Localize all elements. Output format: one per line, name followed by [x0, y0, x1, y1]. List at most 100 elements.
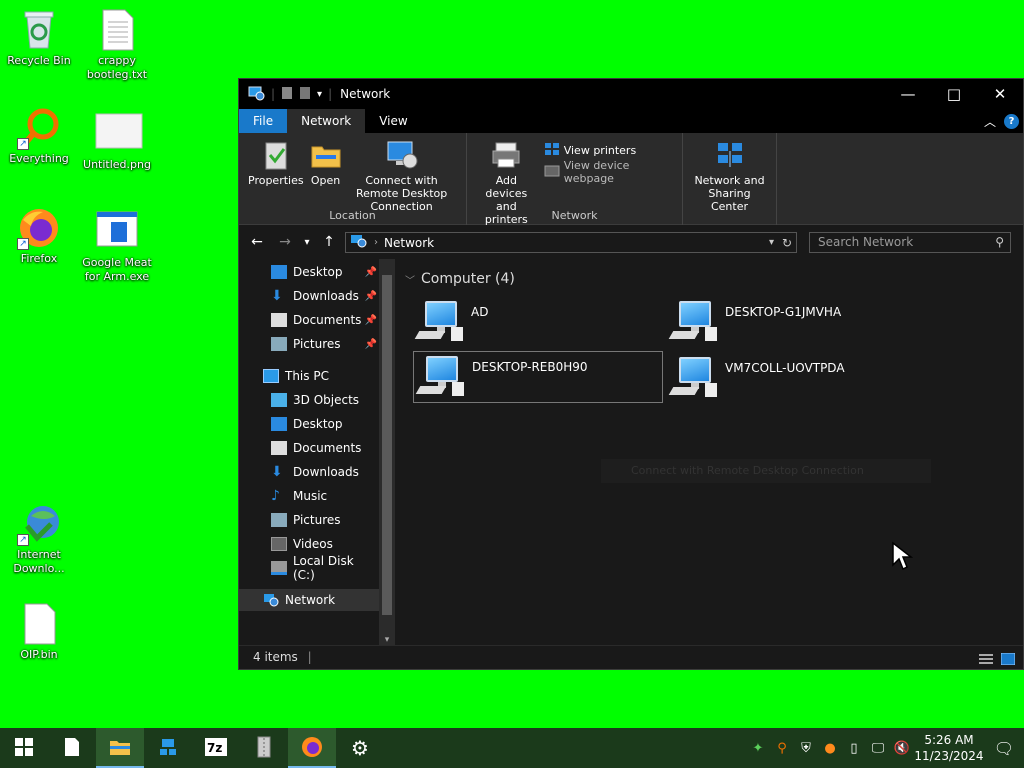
taskbar-notepad[interactable]	[48, 728, 96, 768]
nav-item-3d-objects[interactable]: 3D Objects	[239, 389, 379, 411]
computer-item-desktop-reb0h90[interactable]: DESKTOP-REB0H90	[413, 351, 663, 403]
nav-scrollbar[interactable]: ▾	[379, 259, 395, 645]
pin-icon: 📌	[364, 338, 377, 350]
desktop-icon-untitled-png[interactable]: Untitled.png	[79, 112, 155, 172]
text-file-icon	[95, 8, 139, 52]
desktop-icon-google-meat[interactable]: Google Meat for Arm.exe	[79, 210, 155, 284]
nav-item-label: This PC	[285, 369, 329, 383]
recycle-bin-icon	[17, 8, 61, 52]
tray-usb-icon[interactable]: ▯	[842, 741, 866, 756]
tray-network-tool-icon[interactable]: ✦	[746, 741, 770, 756]
minimize-button[interactable]: —	[885, 79, 931, 109]
title-bar[interactable]: | ▾ | Network — □ ✕	[239, 79, 1023, 109]
new-folder-small-icon[interactable]	[299, 86, 311, 103]
back-button[interactable]: ←	[243, 234, 271, 250]
desktop-icon-internet-download-manager[interactable]: ↗ Internet Downlo...	[1, 502, 77, 576]
collapse-ribbon-icon[interactable]: ︿	[984, 113, 996, 130]
taskbar: 7z ⚙ ✦ ⚲ ⛨ ● ▯ 🖵 🔇 5:26 AM 11/23/2024 🗨	[0, 728, 1024, 768]
nav-item-pictures[interactable]: Pictures	[239, 509, 379, 531]
nav-item-label: Music	[293, 489, 328, 503]
taskbar-network-tool[interactable]	[144, 728, 192, 768]
scroll-down-icon[interactable]: ▾	[379, 635, 395, 645]
maximize-button[interactable]: □	[931, 79, 977, 109]
nav-item-desktop-quick[interactable]: Desktop 📌	[239, 261, 379, 283]
nav-item-music[interactable]: ♪ Music	[239, 485, 379, 507]
start-button[interactable]	[0, 728, 48, 768]
large-icons-view-icon[interactable]	[1000, 650, 1016, 672]
nav-item-label: Documents	[293, 441, 362, 455]
tray-everything-icon[interactable]: ⚲	[770, 741, 794, 756]
tray-firefox-icon[interactable]: ●	[818, 741, 842, 756]
tray-network-icon[interactable]: 🖵	[866, 741, 890, 756]
properties-small-icon[interactable]	[281, 86, 293, 103]
refresh-icon[interactable]: ↻	[782, 236, 792, 250]
network-sharing-center-button[interactable]: Network and Sharing Center	[689, 137, 770, 225]
desktop-icon-label: Internet Downlo...	[13, 548, 65, 575]
nav-item-network[interactable]: Network	[239, 589, 379, 611]
nav-item-label: Desktop	[293, 265, 343, 279]
help-icon[interactable]: ?	[1004, 114, 1019, 129]
settings-icon: ⚙	[351, 736, 369, 760]
tray-volume-muted-icon[interactable]: 🔇	[890, 741, 914, 756]
view-device-webpage-label: View device webpage	[563, 159, 630, 185]
view-device-webpage-button[interactable]: View device webpage	[544, 159, 676, 185]
nav-item-documents[interactable]: Documents	[239, 437, 379, 459]
connect-remote-desktop-label: Connect with Remote Desktop Connection	[355, 174, 448, 213]
nav-item-downloads-quick[interactable]: ⬇ Downloads 📌	[239, 285, 379, 307]
taskbar-settings[interactable]: ⚙	[336, 728, 384, 768]
forward-button[interactable]: →	[271, 234, 299, 250]
nav-item-downloads[interactable]: ⬇ Downloads	[239, 461, 379, 483]
taskbar-firefox[interactable]	[288, 728, 336, 768]
desktop-icon-oip-bin[interactable]: OIP.bin	[1, 602, 77, 662]
nav-item-label: Downloads	[293, 289, 359, 303]
open-folder-icon	[310, 139, 342, 171]
taskbar-archive[interactable]	[240, 728, 288, 768]
taskbar-7zip[interactable]: 7z	[192, 728, 240, 768]
desktop-icon-label: Firefox	[20, 252, 58, 265]
group-header[interactable]: ﹀ Computer (4)	[405, 271, 515, 287]
file-explorer-icon	[109, 738, 131, 759]
recent-locations-button[interactable]: ▾	[299, 237, 315, 248]
location-group-label: Location	[329, 209, 376, 222]
nav-item-desktop[interactable]: Desktop	[239, 413, 379, 435]
close-button[interactable]: ✕	[977, 79, 1023, 109]
nav-item-local-disk[interactable]: Local Disk (C:)	[239, 554, 379, 582]
nav-item-label: Network	[285, 593, 336, 607]
up-button[interactable]: ↑	[315, 234, 343, 250]
videos-icon	[271, 537, 287, 551]
computer-item-ad[interactable]: AD	[413, 297, 663, 349]
nav-item-videos[interactable]: Videos	[239, 533, 379, 555]
tray-security-icon[interactable]: ⛨	[794, 741, 818, 756]
system-tray: ✦ ⚲ ⛨ ● ▯ 🖵 🔇 5:26 AM 11/23/2024 🗨	[746, 728, 1024, 768]
address-dropdown-icon[interactable]: ▾	[769, 237, 774, 248]
collapse-group-icon[interactable]: ﹀	[405, 272, 415, 287]
action-center-icon[interactable]: 🗨	[984, 739, 1024, 758]
downloads-icon: ⬇	[271, 288, 283, 304]
desktop-icon-recycle-bin[interactable]: Recycle Bin	[1, 8, 77, 68]
scrollbar-thumb[interactable]	[382, 275, 392, 615]
details-view-icon[interactable]	[979, 650, 993, 672]
computer-icon	[414, 299, 465, 345]
tab-network[interactable]: Network	[287, 109, 366, 133]
search-input[interactable]: Search Network ⚲	[809, 232, 1011, 253]
address-box[interactable]: › Network ▾ ↻	[345, 232, 797, 253]
clock[interactable]: 5:26 AM 11/23/2024	[914, 732, 984, 764]
tab-file[interactable]: File	[239, 109, 288, 133]
computer-icon	[415, 354, 466, 400]
customize-qat-icon[interactable]: ▾	[317, 89, 322, 100]
computer-item-vm7coll-uovtpda[interactable]: VM7COLL-UOVTPDA	[667, 353, 917, 405]
desktop-icon-crappy-bootleg[interactable]: crappy bootleg.txt	[79, 8, 155, 82]
taskbar-file-explorer[interactable]	[96, 728, 144, 768]
nav-item-documents-quick[interactable]: Documents 📌	[239, 309, 379, 331]
nav-item-pictures-quick[interactable]: Pictures 📌	[239, 333, 379, 355]
desktop-icon-firefox[interactable]: ↗ Firefox	[1, 206, 77, 266]
view-printers-button[interactable]: View printers	[544, 139, 676, 161]
computer-name: DESKTOP-REB0H90	[472, 360, 588, 374]
mouse-cursor-icon	[891, 541, 914, 574]
nav-item-this-pc[interactable]: This PC	[239, 365, 379, 387]
desktop-icon-everything[interactable]: ↗ Everything	[1, 106, 77, 166]
downloads-icon: ⬇	[271, 464, 283, 480]
tab-view[interactable]: View	[365, 109, 421, 133]
address-bar-row: ← → ▾ ↑ › Network ▾ ↻ Search Network ⚲	[239, 225, 1023, 259]
computer-item-desktop-g1jmvha[interactable]: DESKTOP-G1JMVHA	[667, 297, 917, 349]
